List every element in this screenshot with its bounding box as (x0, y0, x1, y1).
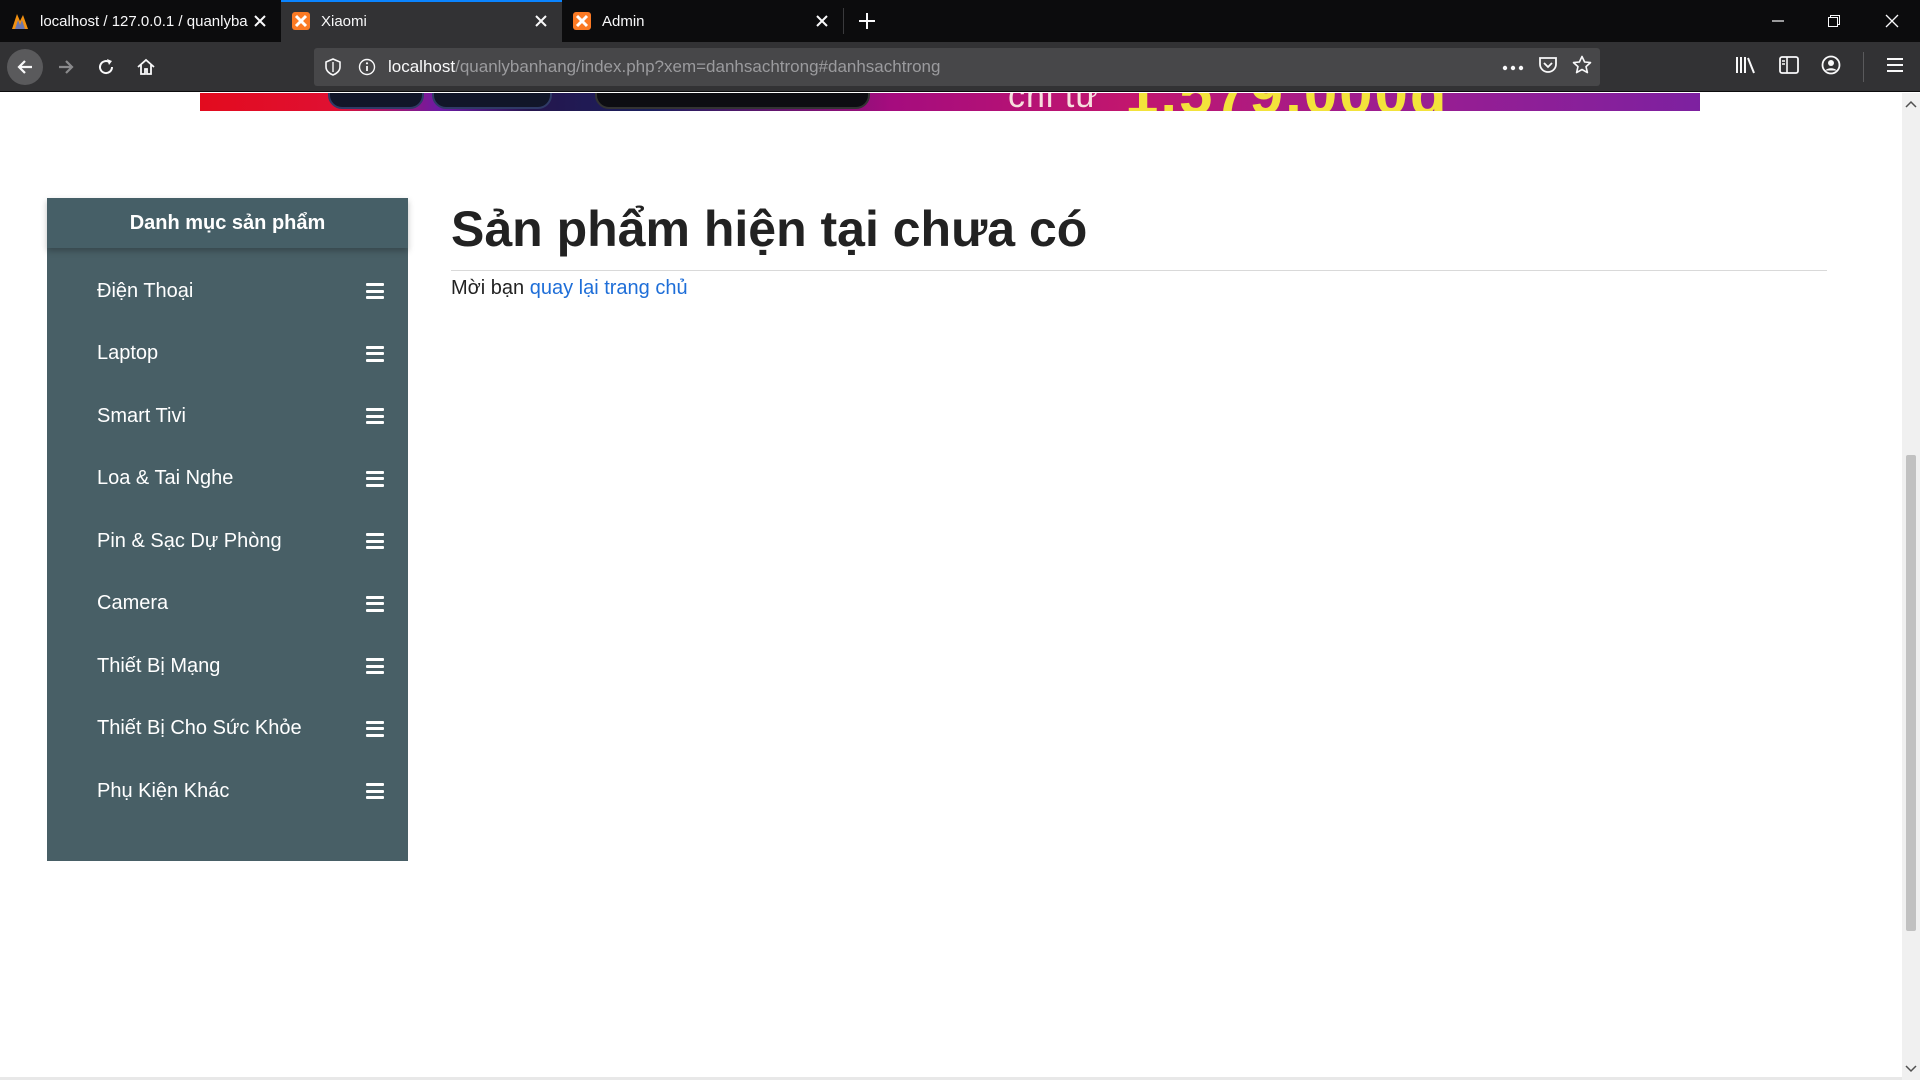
hamburger-menu-icon[interactable] (1886, 57, 1904, 78)
promo-banner[interactable]: chỉ từ 1.579.000đ (200, 93, 1700, 111)
navigation-toolbar: localhost/quanlybanhang/index.php?xem=da… (0, 42, 1920, 92)
category-item-thiet-bi-mang[interactable]: Thiết Bị Mạng (47, 635, 408, 698)
phpmyadmin-icon (10, 11, 30, 31)
category-label: Thiết Bị Mạng (97, 654, 221, 677)
page-actions-icon[interactable] (1502, 58, 1524, 76)
scroll-up-arrow-icon[interactable] (1905, 98, 1917, 110)
promo-price: 1.579.000đ (1125, 93, 1449, 111)
address-bar[interactable]: localhost/quanlybanhang/index.php?xem=da… (314, 48, 1600, 86)
menu-lines-icon (366, 783, 384, 800)
page-scrollbar[interactable] (1902, 93, 1920, 1080)
minimize-button[interactable] (1750, 0, 1806, 42)
menu-lines-icon (366, 720, 384, 737)
site-info-icon[interactable] (352, 48, 382, 86)
category-item-camera[interactable]: Camera (47, 573, 408, 636)
category-label: Camera (97, 592, 169, 615)
pocket-icon[interactable] (1538, 56, 1558, 79)
sidebar-toggle-icon[interactable] (1779, 55, 1799, 79)
tab-separator (843, 8, 844, 34)
home-button[interactable] (128, 49, 164, 85)
reload-button[interactable] (88, 49, 124, 85)
phone-image (328, 93, 424, 109)
close-tab-icon[interactable] (249, 10, 271, 32)
tab-title: Admin (602, 12, 645, 30)
empty-message: Mời bạn quay lại trang chủ (451, 275, 1827, 301)
main-content: Sản phẩm hiện tại chưa có Mời bạn quay l… (451, 198, 1827, 301)
url-text[interactable]: localhost/quanlybanhang/index.php?xem=da… (388, 57, 940, 77)
bookmark-star-icon[interactable] (1572, 55, 1592, 80)
category-label: Thiết Bị Cho Sức Khỏe (97, 717, 302, 740)
toolbar-divider (1863, 52, 1864, 82)
scroll-down-arrow-icon[interactable] (1905, 1063, 1917, 1075)
heading-divider (451, 270, 1827, 271)
phone-image (432, 93, 552, 109)
url-host: localhost (388, 57, 456, 76)
library-icon[interactable] (1735, 55, 1757, 80)
tab-title: localhost / 127.0.0.1 / quanlyba (40, 12, 248, 30)
category-item-pin-sac[interactable]: Pin & Sạc Dự Phòng (47, 510, 408, 573)
page-viewport: chỉ từ 1.579.000đ Danh mục sản phẩm Điện… (0, 93, 1902, 1080)
category-item-dien-thoai[interactable]: Điện Thoại (47, 260, 408, 323)
tab-xiaomi[interactable]: Xiaomi (281, 0, 562, 42)
category-label: Loa & Tai Nghe (97, 467, 234, 490)
menu-lines-icon (366, 408, 384, 425)
close-icon (1885, 14, 1899, 28)
minimize-icon (1772, 20, 1784, 22)
tab-phpmyadmin[interactable]: localhost / 127.0.0.1 / quanlyba (0, 0, 281, 42)
xampp-icon (291, 11, 311, 31)
xampp-icon (572, 11, 592, 31)
tab-admin[interactable]: Admin (562, 0, 843, 42)
category-label: Điện Thoại (97, 279, 194, 302)
new-tab-button[interactable] (852, 6, 882, 36)
plus-icon (859, 13, 875, 29)
category-item-suc-khoe[interactable]: Thiết Bị Cho Sức Khỏe (47, 698, 408, 761)
home-icon (137, 58, 155, 75)
close-tab-icon[interactable] (811, 10, 833, 32)
message-prefix: Mời bạn (451, 277, 525, 299)
phone-image (595, 93, 870, 109)
menu-lines-icon (366, 533, 384, 550)
arrow-left-icon (17, 60, 32, 74)
close-tab-icon[interactable] (530, 10, 552, 32)
sidebar-title: Danh mục sản phẩm (47, 198, 408, 248)
tracking-protection-icon[interactable] (318, 48, 348, 86)
category-item-smart-tivi[interactable]: Smart Tivi (47, 385, 408, 448)
account-icon[interactable] (1821, 55, 1841, 80)
menu-lines-icon (366, 283, 384, 300)
url-path: /quanlybanhang/index.php?xem=danhsachtro… (455, 57, 941, 76)
category-item-phu-kien[interactable]: Phụ Kiện Khác (47, 760, 408, 823)
category-sidebar: Danh mục sản phẩm Điện Thoại Laptop Smar… (47, 198, 408, 861)
category-label: Smart Tivi (97, 404, 186, 427)
close-window-button[interactable] (1864, 0, 1920, 42)
category-label: Pin & Sạc Dự Phòng (97, 529, 282, 552)
back-button[interactable] (7, 49, 43, 85)
tab-title: Xiaomi (321, 12, 367, 30)
category-item-laptop[interactable]: Laptop (47, 323, 408, 386)
page-title: Sản phẩm hiện tại chưa có (451, 201, 1088, 257)
menu-lines-icon (366, 658, 384, 675)
restore-icon (1828, 15, 1840, 27)
category-label: Laptop (97, 342, 159, 365)
promo-text: chỉ từ (1008, 93, 1099, 111)
category-item-loa-tai-nghe[interactable]: Loa & Tai Nghe (47, 448, 408, 511)
arrow-right-icon (59, 60, 74, 74)
category-label: Phụ Kiện Khác (97, 779, 230, 802)
home-link[interactable]: quay lại trang chủ (530, 277, 688, 299)
menu-lines-icon (366, 345, 384, 362)
forward-button[interactable] (48, 49, 84, 85)
restore-button[interactable] (1806, 0, 1862, 42)
menu-lines-icon (366, 595, 384, 612)
reload-icon (99, 59, 114, 75)
menu-lines-icon (366, 470, 384, 487)
category-list: Điện Thoại Laptop Smart Tivi Loa & Tai N… (47, 248, 408, 823)
tab-bar: localhost / 127.0.0.1 / quanlyba Xiaomi … (0, 0, 1920, 42)
scroll-thumb[interactable] (1906, 455, 1916, 931)
